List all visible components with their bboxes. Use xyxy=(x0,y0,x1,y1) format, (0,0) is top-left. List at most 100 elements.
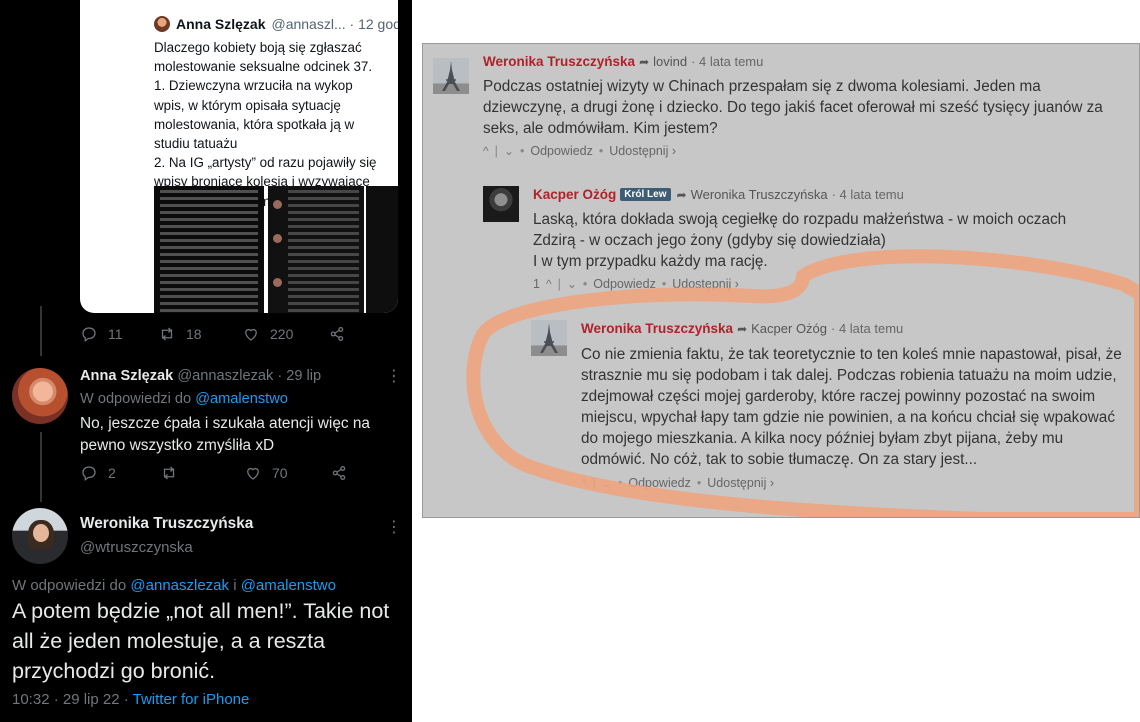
quoted-tweet-text: Dlaczego kobiety boją się zgłaszać moles… xyxy=(154,40,377,209)
share-link[interactable]: Udostępnij › xyxy=(609,144,676,158)
mention-link[interactable]: @amalenstwo xyxy=(195,391,288,407)
comment-text: Podczas ostatniej wizyty w Chinach przes… xyxy=(483,78,1103,137)
upvote-icon[interactable]: ^ xyxy=(581,476,587,490)
mention-link[interactable]: @amalenstwo xyxy=(241,577,336,594)
quoted-tweet-header: Anna Szlęzak @annaszl... · 12 godz. xyxy=(154,16,398,32)
like-button[interactable]: 70 xyxy=(244,464,330,482)
replying-to: W odpowiedzi do @annaszlezak i @amalenst… xyxy=(12,577,336,594)
eiffel-tower-icon xyxy=(442,61,460,91)
reply-tweet-header: Anna Szlęzak @annaszlezak · 29 lip xyxy=(80,368,321,384)
more-options-icon[interactable]: ⋮ xyxy=(386,366,403,386)
more-options-icon[interactable]: ⋮ xyxy=(386,517,403,537)
thread-line xyxy=(40,432,42,502)
upvote-icon[interactable]: ^ xyxy=(546,277,552,291)
reply-arrow-icon: ➦ xyxy=(676,187,687,202)
avatar xyxy=(154,16,170,32)
comment-score: 1 xyxy=(533,277,540,291)
comment-reply-to[interactable]: lovind xyxy=(653,54,687,69)
reply-icon xyxy=(82,466,96,482)
like-count: 220 xyxy=(270,326,294,342)
retweet-count: 18 xyxy=(186,326,202,342)
main-tweet-text: A potem będzie „not all men!”. Takie not… xyxy=(12,599,390,683)
like-button[interactable]: 220 xyxy=(242,325,328,343)
comment-actions: ^ | ⌄ • Odpowiedz • Udostępnij › xyxy=(483,144,676,158)
quoted-tweet-time: · 12 godz. xyxy=(349,16,398,32)
share-link[interactable]: Udostępnij › xyxy=(672,277,739,291)
comment-author[interactable]: Weronika Truszczyńska xyxy=(483,54,635,69)
mention-link[interactable]: @annaszlezak xyxy=(130,577,229,594)
share-button[interactable] xyxy=(330,464,348,482)
reply-tweet-date[interactable]: · 29 lip xyxy=(277,368,321,384)
reply-link[interactable]: Odpowiedz xyxy=(530,144,593,158)
reply-arrow-icon: ➦ xyxy=(737,321,748,336)
quoted-tweet-media[interactable] xyxy=(80,186,398,313)
comment-text: Co nie zmienia faktu, że tak teoretyczni… xyxy=(581,346,1122,468)
retweet-button[interactable] xyxy=(160,464,244,482)
comment-reply-to[interactable]: Kacper Ożóg xyxy=(751,321,827,336)
media-thumbnail[interactable] xyxy=(154,186,264,313)
replying-to: W odpowiedzi do @amalenstwo xyxy=(80,391,288,407)
retweet-button[interactable]: 18 xyxy=(158,325,242,343)
main-tweet-meta: 10:32 · 29 lip 22 · Twitter for iPhone xyxy=(12,691,249,708)
comment-header: Weronika Truszczyńska ➦ lovind · 4 lata … xyxy=(483,54,763,69)
reply-tweet-text: No, jeszcze ćpała i szukała atencji więc… xyxy=(80,415,370,454)
heart-icon xyxy=(247,467,259,480)
downvote-icon[interactable]: ⌄ xyxy=(602,476,612,490)
tweet-action-bar: 11 18 220 xyxy=(80,325,346,343)
avatar[interactable] xyxy=(483,186,519,222)
avatar[interactable] xyxy=(433,58,469,94)
main-tweet-handle[interactable]: @wtruszczynska xyxy=(80,539,193,556)
comment-time[interactable]: · 4 lata temu xyxy=(832,187,904,202)
reply-tweet-author[interactable]: Anna Szlęzak xyxy=(80,368,173,384)
avatar[interactable] xyxy=(531,320,567,356)
downvote-icon[interactable]: ⌄ xyxy=(567,277,577,291)
quoted-tweet-handle: @annaszl... xyxy=(271,16,346,32)
reply-arrow-icon: ➦ xyxy=(639,54,650,69)
reply-count: 2 xyxy=(108,465,116,481)
replying-to-label: W odpowiedzi do xyxy=(80,391,196,407)
avatar[interactable] xyxy=(12,508,68,564)
comment-reply-to[interactable]: Weronika Truszczyńska xyxy=(691,187,828,202)
share-icon xyxy=(330,326,344,342)
share-icon xyxy=(332,465,346,481)
tweet-source-link[interactable]: Twitter for iPhone xyxy=(133,691,250,708)
quoted-tweet-card[interactable]: Anna Szlęzak @annaszl... · 12 godz. Dlac… xyxy=(80,0,398,313)
comment-thread-screenshot: Weronika Truszczyńska ➦ lovind · 4 lata … xyxy=(422,43,1140,518)
comment-header: Kacper Ożóg Król Lew ➦ Weronika Truszczy… xyxy=(533,187,904,202)
comment-author[interactable]: Kacper Ożóg xyxy=(533,187,616,202)
eiffel-tower-icon xyxy=(540,323,558,353)
comment-time[interactable]: · 4 lata temu xyxy=(831,321,903,336)
heart-icon xyxy=(245,328,257,341)
comment-actions: ^ | ⌄ • Odpowiedz • Udostępnij › xyxy=(581,476,774,490)
reply-button[interactable]: 11 xyxy=(80,325,158,343)
reply-tweet-handle[interactable]: @annaszlezak xyxy=(177,368,273,384)
comment-text: Laską, która dokłada swoją cegiełkę do r… xyxy=(533,211,1067,270)
screenshot-collage: Anna Szlęzak @annaszl... · 12 godz. Dlac… xyxy=(0,0,1140,722)
downvote-icon[interactable]: ⌄ xyxy=(504,144,514,158)
retweet-icon xyxy=(163,466,175,480)
share-link[interactable]: Udostępnij › xyxy=(707,476,774,490)
quoted-tweet-author: Anna Szlęzak xyxy=(176,16,266,32)
retweet-icon xyxy=(161,327,173,341)
avatar[interactable] xyxy=(12,368,68,424)
reply-icon xyxy=(82,327,96,343)
main-tweet-timestamp[interactable]: 10:32 · 29 lip 22 · xyxy=(12,691,133,708)
media-thumbnail[interactable] xyxy=(366,186,398,313)
tweet-action-bar: 2 70 xyxy=(80,464,348,482)
user-badge: Król Lew xyxy=(620,188,671,201)
reply-count: 11 xyxy=(108,326,123,342)
comment-header: Weronika Truszczyńska ➦ Kacper Ożóg · 4 … xyxy=(581,321,903,336)
reply-link[interactable]: Odpowiedz xyxy=(628,476,691,490)
twitter-thread-panel: Anna Szlęzak @annaszl... · 12 godz. Dlac… xyxy=(0,0,412,722)
comment-time[interactable]: · 4 lata temu xyxy=(691,54,763,69)
comment-actions: 1 ^ | ⌄ • Odpowiedz • Udostępnij › xyxy=(533,277,739,291)
like-count: 70 xyxy=(272,465,288,481)
main-tweet-author[interactable]: Weronika Truszczyńska xyxy=(80,515,253,533)
comment-author[interactable]: Weronika Truszczyńska xyxy=(581,321,733,336)
media-thumbnail[interactable] xyxy=(268,186,364,313)
replying-to-label: W odpowiedzi do xyxy=(12,577,131,594)
share-button[interactable] xyxy=(328,325,346,343)
upvote-icon[interactable]: ^ xyxy=(483,144,489,158)
reply-button[interactable]: 2 xyxy=(80,464,160,482)
reply-link[interactable]: Odpowiedz xyxy=(593,277,656,291)
